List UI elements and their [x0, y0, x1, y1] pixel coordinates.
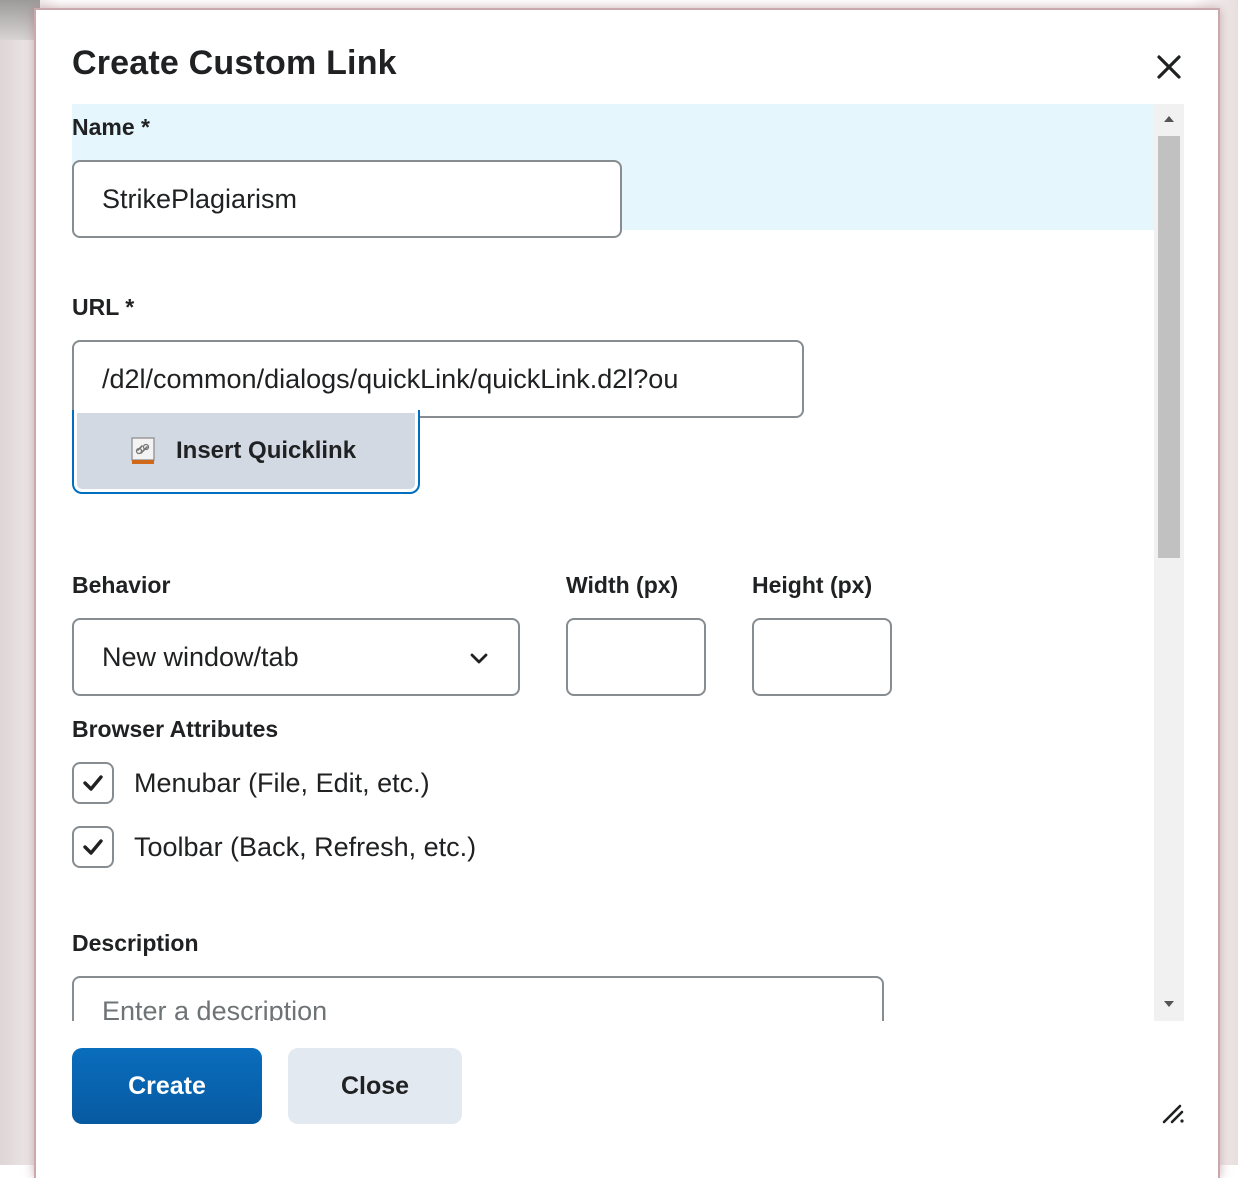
menubar-checkbox-row[interactable]: Menubar (File, Edit, etc.): [72, 762, 430, 804]
quicklink-icon: [131, 437, 155, 464]
insert-quicklink-button[interactable]: Insert Quicklink: [72, 410, 420, 494]
behavior-select[interactable]: New window/tab: [72, 618, 520, 696]
create-button[interactable]: Create: [72, 1048, 262, 1124]
width-label: Width (px): [566, 572, 679, 598]
name-label: Name *: [72, 114, 150, 140]
height-label: Height (px): [752, 572, 873, 598]
toolbar-checkbox[interactable]: [72, 826, 114, 868]
vertical-scrollbar[interactable]: [1154, 104, 1184, 1021]
width-input[interactable]: [566, 618, 706, 696]
scrollbar-thumb[interactable]: [1158, 136, 1180, 558]
behavior-select-value: New window/tab: [102, 641, 299, 672]
height-input[interactable]: [752, 618, 892, 696]
url-input[interactable]: /d2l/common/dialogs/quickLink/quickLink.…: [72, 340, 804, 418]
url-input-value: /d2l/common/dialogs/quickLink/quickLink.…: [102, 363, 679, 394]
checkmark-icon: [83, 839, 103, 855]
description-placeholder: Enter a description: [102, 996, 328, 1021]
create-custom-link-dialog: Create Custom Link Name * StrikePlagiari…: [34, 8, 1220, 1178]
toolbar-checkbox-label: Toolbar (Back, Refresh, etc.): [134, 831, 477, 862]
description-label: Description: [72, 930, 199, 956]
url-label: URL *: [72, 294, 135, 320]
dialog-title: Create Custom Link: [72, 44, 397, 82]
resize-handle-icon[interactable]: [1158, 1098, 1186, 1126]
toolbar-checkbox-row[interactable]: Toolbar (Back, Refresh, etc.): [72, 826, 476, 868]
menubar-checkbox[interactable]: [72, 762, 114, 804]
scroll-down-icon[interactable]: [1162, 997, 1176, 1011]
dialog-scroll-area: Name * StrikePlagiarism URL * /d2l/commo…: [36, 104, 1184, 1021]
close-icon[interactable]: [1152, 50, 1186, 84]
chevron-down-icon: [470, 653, 488, 664]
name-input-value: StrikePlagiarism: [102, 183, 298, 214]
name-input[interactable]: StrikePlagiarism: [72, 160, 622, 238]
behavior-label: Behavior: [72, 572, 171, 598]
insert-quicklink-label: Insert Quicklink: [176, 437, 357, 464]
checkmark-icon: [83, 775, 103, 791]
scroll-up-icon[interactable]: [1162, 112, 1176, 126]
browser-attributes-label: Browser Attributes: [72, 716, 279, 742]
close-button[interactable]: Close: [288, 1048, 462, 1124]
description-textarea[interactable]: Enter a description: [72, 976, 884, 1021]
menubar-checkbox-label: Menubar (File, Edit, etc.): [134, 767, 430, 798]
